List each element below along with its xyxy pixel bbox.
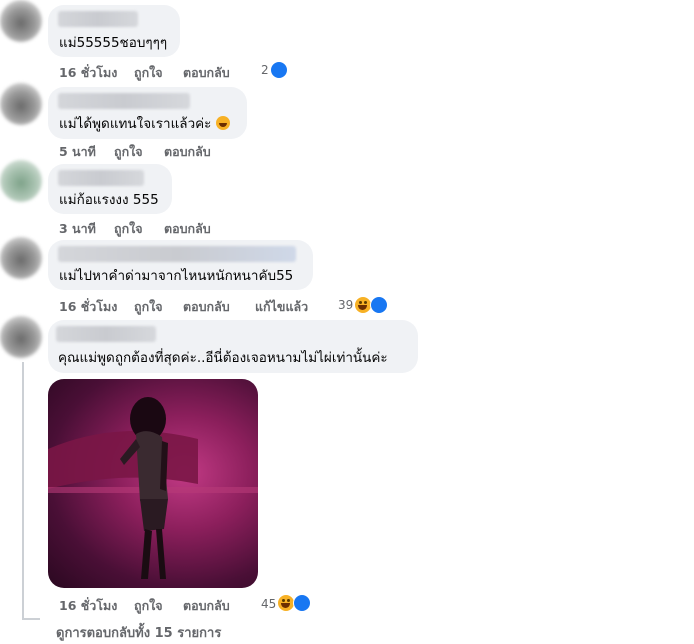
avatar[interactable] <box>0 237 42 279</box>
thread-line <box>22 362 24 620</box>
author-name[interactable] <box>58 246 296 262</box>
reply-button[interactable]: ตอบกลับ <box>183 297 230 317</box>
reply-button[interactable]: ตอบกลับ <box>164 219 211 239</box>
like-icon <box>270 61 288 79</box>
reaction-summary[interactable]: 2 <box>261 63 269 77</box>
comment-photo[interactable] <box>48 379 258 588</box>
author-name[interactable] <box>56 326 156 342</box>
like-button[interactable]: ถูกใจ <box>134 63 163 83</box>
comment-text: แม่ก้อแรงงง 555 <box>59 192 159 208</box>
timestamp[interactable]: 16 ชั่วโมง <box>59 596 117 616</box>
timestamp[interactable]: 3 นาที <box>59 219 96 239</box>
comment-bubble: แม่ได้พูดแทนใจเราแล้วค่ะ <box>48 87 247 139</box>
edited-label[interactable]: แก้ไขแล้ว <box>255 297 308 317</box>
comment-bubble: คุณแม่พูดถูกต้องที่สุดค่ะ..อีนี่ต้องเจอห… <box>48 320 418 373</box>
comment-bubble: แม่55555ชอบๆๆๆ <box>48 5 180 57</box>
reaction-count: 39 <box>338 298 354 312</box>
like-button[interactable]: ถูกใจ <box>134 297 163 317</box>
timestamp[interactable]: 16 ชั่วโมง <box>59 297 117 317</box>
like-button[interactable]: ถูกใจ <box>114 142 143 162</box>
author-name[interactable] <box>58 93 190 109</box>
comment-bubble: แม่ก้อแรงงง 555 <box>48 164 172 214</box>
like-button[interactable]: ถูกใจ <box>134 596 163 616</box>
reaction-count: 45 <box>261 597 277 611</box>
avatar[interactable] <box>0 160 42 202</box>
timestamp[interactable]: 5 นาที <box>59 142 96 162</box>
comment-bubble: แม่ไปหาคำด่ามาจากไหนหนักหนาคับ55 <box>48 240 313 290</box>
comment-text: แม่ได้พูดแทนใจเราแล้วค่ะ <box>59 115 230 133</box>
author-name[interactable] <box>58 11 138 27</box>
reply-button[interactable]: ตอบกลับ <box>183 596 230 616</box>
reaction-count: 2 <box>261 63 269 77</box>
author-name[interactable] <box>58 170 144 186</box>
reaction-summary[interactable]: 45 <box>261 597 276 611</box>
thread-branch <box>22 618 40 620</box>
timestamp[interactable]: 16 ชั่วโมง <box>59 63 117 83</box>
laughing-emoji-icon <box>215 116 230 130</box>
performer-image <box>48 397 258 579</box>
comment-text: แม่55555ชอบๆๆๆ <box>59 35 168 51</box>
comment-text: คุณแม่พูดถูกต้องที่สุดค่ะ..อีนี่ต้องเจอห… <box>58 350 388 366</box>
reaction-summary[interactable]: 39 <box>338 298 353 312</box>
avatar[interactable] <box>0 83 42 125</box>
reply-button[interactable]: ตอบกลับ <box>183 63 230 83</box>
like-icon <box>293 594 311 612</box>
like-button[interactable]: ถูกใจ <box>114 219 143 239</box>
like-icon <box>370 296 388 314</box>
reply-button[interactable]: ตอบกลับ <box>164 142 211 162</box>
avatar[interactable] <box>0 0 42 42</box>
comment-text: แม่ไปหาคำด่ามาจากไหนหนักหนาคับ55 <box>59 268 294 284</box>
view-replies-link[interactable]: ดูการตอบกลับทั้ง 15 รายการ <box>56 622 221 643</box>
avatar[interactable] <box>0 316 42 358</box>
